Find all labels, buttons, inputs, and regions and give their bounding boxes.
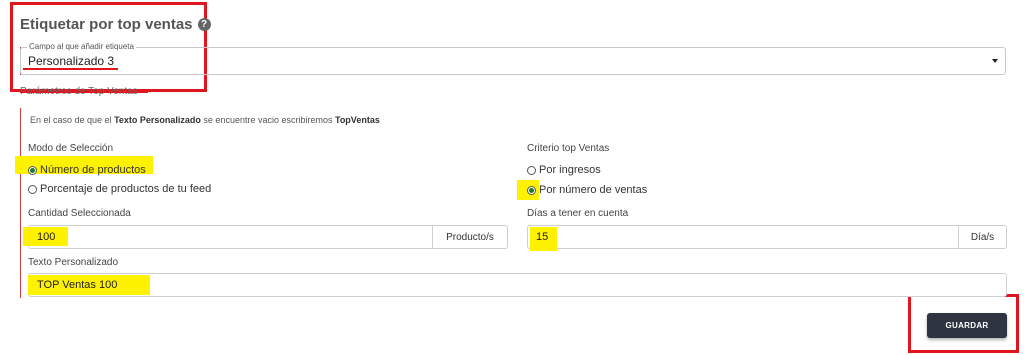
radio-ingresos[interactable]: Por ingresos (527, 164, 601, 176)
target-field-value: Personalizado 3 (28, 54, 115, 68)
dias-label: Días a tener en cuenta (527, 208, 629, 219)
radio-label: Por ingresos (539, 164, 601, 176)
radio-unselected-icon[interactable] (527, 165, 536, 175)
dias-input[interactable]: 15 Día/s (527, 225, 1007, 251)
radio-num-productos[interactable]: Número de productos (28, 164, 146, 176)
dias-value: 15 (536, 231, 549, 243)
target-field-select[interactable]: Campo al que añadir etiqueta Personaliza… (20, 42, 1006, 75)
annotation-underline (23, 68, 118, 70)
params-accent-bar (20, 108, 21, 298)
cantidad-value: 100 (37, 231, 56, 243)
annotation-strike (20, 92, 148, 93)
radio-num-ventas[interactable]: Por número de ventas (527, 184, 647, 196)
radio-label: Por número de ventas (539, 184, 648, 196)
radio-label: Porcentaje de productos de tu feed (40, 183, 212, 195)
modo-label: Modo de Selección (28, 143, 114, 154)
radio-unselected-icon[interactable] (28, 184, 37, 194)
dias-unit: Día/s (958, 225, 1007, 249)
texto-input[interactable]: TOP Ventas 100 (28, 273, 1007, 297)
cantidad-unit: Producto/s (432, 225, 508, 249)
radio-selected-icon[interactable] (28, 165, 37, 175)
radio-porcentaje[interactable]: Porcentaje de productos de tu feed (28, 183, 211, 195)
page-title-text: Etiquetar por top ventas (20, 16, 193, 33)
radio-selected-icon[interactable] (527, 185, 536, 195)
texto-label: Texto Personalizado (28, 257, 119, 268)
cantidad-input[interactable]: 100 Producto/s (23, 225, 508, 249)
radio-label: Número de productos (40, 164, 146, 176)
help-icon[interactable]: ? (197, 18, 211, 31)
params-info-text: En el caso de que el Texto Personalizado… (30, 115, 380, 125)
page-title: Etiquetar por top ventas ? (20, 16, 211, 33)
texto-value: TOP Ventas 100 (37, 279, 118, 291)
save-button[interactable]: GUARDAR (927, 313, 1007, 338)
target-field-legend: Campo al que añadir etiqueta (27, 42, 136, 51)
cantidad-label: Cantidad Seleccionada (28, 208, 131, 219)
criterio-label: Criterio top Ventas (527, 143, 610, 154)
chevron-down-icon[interactable] (992, 59, 998, 63)
